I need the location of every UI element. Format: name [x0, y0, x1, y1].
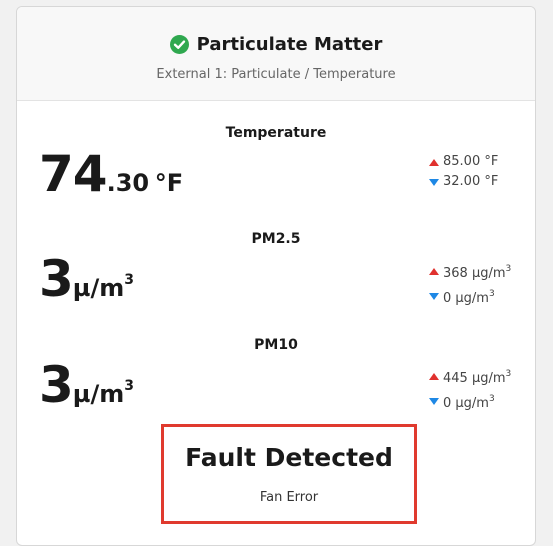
high-triangle-icon — [429, 268, 439, 275]
temperature-value-fraction: .30 — [106, 169, 150, 197]
card-title: Particulate Matter — [196, 34, 383, 55]
temperature-unit: °F — [154, 169, 184, 197]
pm10-limits: 445 µg/m3 0 µg/m3 — [429, 364, 511, 414]
temperature-value-main: 74 — [39, 145, 108, 203]
pm25-low-number: 0 µg/m — [443, 291, 489, 306]
high-triangle-icon — [429, 373, 439, 380]
high-triangle-icon — [429, 158, 439, 166]
pm25-limits: 368 µg/m3 0 µg/m3 — [429, 259, 511, 309]
pm10-high-value: 445 µg/m3 — [443, 364, 511, 389]
pm25-unit-base: µ/m — [72, 274, 125, 302]
temperature-limits: 85.00 °F 32.00 °F — [429, 152, 498, 192]
pm10-low-limit: 0 µg/m3 — [429, 389, 511, 414]
temperature-high-value: 85.00 °F — [443, 154, 499, 169]
pm25-low-exponent: 3 — [488, 289, 495, 299]
low-triangle-icon — [429, 178, 439, 186]
temperature-high-limit: 85.00 °F — [429, 152, 498, 172]
check-circle-icon — [169, 35, 189, 54]
pm25-high-value: 368 µg/m3 — [443, 259, 511, 284]
pm25-low-value: 0 µg/m3 — [443, 284, 495, 309]
pm10-low-exponent: 3 — [488, 394, 495, 404]
pm10-high-exponent: 3 — [505, 369, 512, 379]
pm10-high-number: 445 µg/m — [443, 371, 506, 386]
pm25-label: PM2.5 — [251, 231, 301, 247]
pm10-value-main: 3 — [39, 356, 74, 414]
temperature-low-limit: 32.00 °F — [429, 172, 498, 192]
temperature-label: Temperature — [225, 125, 327, 141]
pm25-value-main: 3 — [39, 250, 74, 308]
fault-message: Fan Error — [259, 490, 319, 505]
title-row: Particulate Matter — [17, 34, 535, 55]
pm10-value: 3µ/m3 — [39, 356, 134, 414]
temperature-value: 74.30 °F — [39, 145, 183, 203]
pm25-high-number: 368 µg/m — [443, 266, 506, 281]
pm25-high-exponent: 3 — [505, 264, 512, 274]
pm10-unit: µ/m3 — [72, 378, 134, 408]
pm25-unit-exponent: 3 — [124, 272, 134, 288]
pm25-value: 3µ/m3 — [39, 250, 134, 308]
pm25-low-limit: 0 µg/m3 — [429, 284, 511, 309]
pm10-high-limit: 445 µg/m3 — [429, 364, 511, 389]
pm25-high-limit: 368 µg/m3 — [429, 259, 511, 284]
pm25-unit: µ/m3 — [72, 272, 134, 302]
card-subtitle: External 1: Particulate / Temperature — [156, 67, 396, 82]
low-triangle-icon — [429, 398, 439, 405]
low-triangle-icon — [429, 293, 439, 300]
pm10-label: PM10 — [254, 337, 298, 353]
fault-title: Fault Detected — [185, 443, 393, 472]
temperature-low-value: 32.00 °F — [443, 174, 499, 189]
pm10-unit-exponent: 3 — [124, 378, 134, 394]
pm10-unit-base: µ/m — [72, 380, 125, 408]
sensor-card: Particulate Matter External 1: Particula… — [16, 6, 536, 546]
card-header: Particulate Matter External 1: Particula… — [17, 7, 535, 101]
pm10-low-number: 0 µg/m — [443, 396, 489, 411]
fault-alert: Fault Detected Fan Error — [161, 424, 417, 524]
pm10-low-value: 0 µg/m3 — [443, 389, 495, 414]
